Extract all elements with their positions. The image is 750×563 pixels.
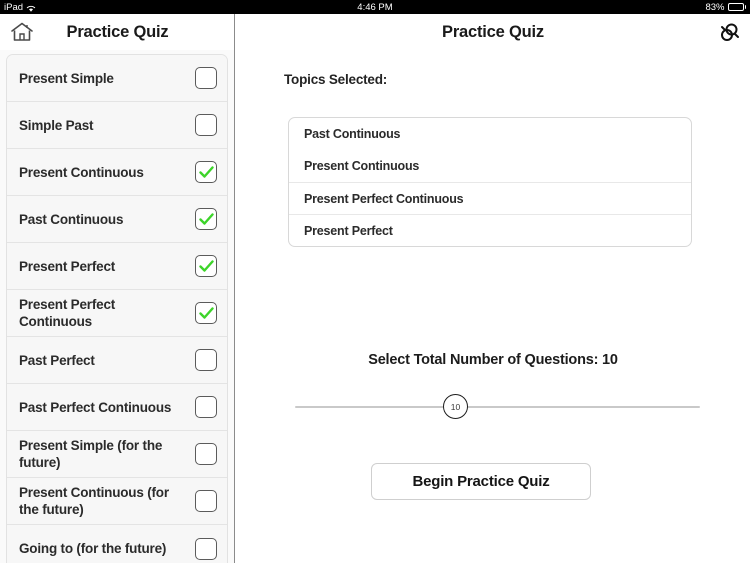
topic-label: Past Perfect [19, 352, 95, 368]
questions-slider[interactable]: 10 [295, 394, 700, 420]
sidebar-title: Practice Quiz [66, 22, 169, 41]
battery-percent-label: 83% [705, 1, 725, 13]
checkbox-unchecked[interactable] [195, 396, 217, 418]
check-icon [198, 259, 214, 272]
check-icon [198, 212, 214, 225]
topic-label: Present Perfect [19, 258, 116, 274]
checkbox-unchecked[interactable] [195, 490, 217, 512]
slider-track[interactable] [295, 406, 700, 408]
settings-gear-icon[interactable] [717, 21, 741, 45]
app-screen: iPad 4:46 PM 83% Practice Quiz Present S… [0, 0, 750, 563]
topic-row[interactable]: Past Continuous [7, 196, 227, 243]
page-title: Practice Quiz [442, 22, 544, 41]
selected-topic-row: Present Perfect Continuous [289, 182, 691, 214]
main-header: Practice Quiz [236, 14, 750, 50]
topic-row[interactable]: Simple Past [7, 102, 227, 149]
topic-row[interactable]: Present Perfect Continuous [7, 290, 227, 337]
selected-topics-box: Past Continuous Present Continuous Present… [288, 117, 692, 247]
begin-practice-quiz-button[interactable]: Begin Practice Quiz [371, 463, 591, 500]
topic-label: Past Perfect Continuous [19, 399, 172, 415]
status-bar-right: 83% [705, 2, 746, 13]
main-panel: Practice Quiz Topics Selected: Past Cont… [236, 14, 750, 563]
checkbox-unchecked[interactable] [195, 114, 217, 136]
topic-label: Simple Past [19, 117, 94, 133]
topic-label: Going to (for the future) [19, 541, 167, 556]
topic-row[interactable]: Present Continuous (for the future) [7, 478, 227, 525]
checkbox-unchecked[interactable] [195, 67, 217, 89]
battery-icon [727, 3, 746, 11]
topic-label: Present Continuous [19, 164, 144, 180]
topic-row[interactable]: Present Perfect [7, 243, 227, 290]
topic-label: Present Perfect Continuous [19, 297, 116, 329]
checkbox-unchecked[interactable] [195, 349, 217, 371]
topic-checkbox-list: Present Simple Simple Past Present Continu… [6, 54, 228, 563]
topic-row[interactable]: Present Continuous [7, 149, 227, 196]
topic-row[interactable]: Present Simple (for the future) [7, 431, 227, 478]
selected-topic-row: Past Continuous [304, 127, 401, 141]
checkbox-checked[interactable] [195, 161, 217, 183]
status-bar-time: 4:46 PM [357, 1, 393, 13]
topic-row[interactable]: Past Perfect [7, 337, 227, 384]
check-icon [198, 306, 214, 319]
topic-row[interactable]: Going to (for the future) [7, 525, 227, 563]
checkbox-unchecked[interactable] [195, 443, 217, 465]
questions-count-label: Select Total Number of Questions: 10 [368, 352, 618, 368]
checkbox-unchecked[interactable] [195, 537, 217, 560]
checkbox-checked[interactable] [195, 255, 217, 277]
topic-label: Present Continuous (for the future) [19, 485, 169, 517]
sidebar: Practice Quiz Present Simple Simple Past P… [0, 14, 235, 563]
checkbox-checked[interactable] [195, 208, 217, 230]
selected-topic-row: Present Perfect [289, 214, 691, 246]
check-icon [198, 165, 214, 178]
sidebar-header: Practice Quiz [0, 14, 234, 50]
topic-row[interactable]: Present Simple [7, 55, 227, 102]
topic-label: Present Simple [19, 70, 114, 86]
slider-thumb[interactable]: 10 [443, 394, 468, 419]
topic-row[interactable]: Past Perfect Continuous [7, 384, 227, 431]
selected-topic-row: Present Continuous [304, 159, 420, 173]
status-bar: iPad 4:46 PM 83% [0, 0, 750, 14]
topics-selected-label: Topics Selected: [284, 72, 388, 87]
topic-label: Past Continuous [19, 211, 124, 227]
topic-label: Present Simple (for the future) [19, 438, 163, 470]
checkbox-checked[interactable] [195, 302, 217, 324]
